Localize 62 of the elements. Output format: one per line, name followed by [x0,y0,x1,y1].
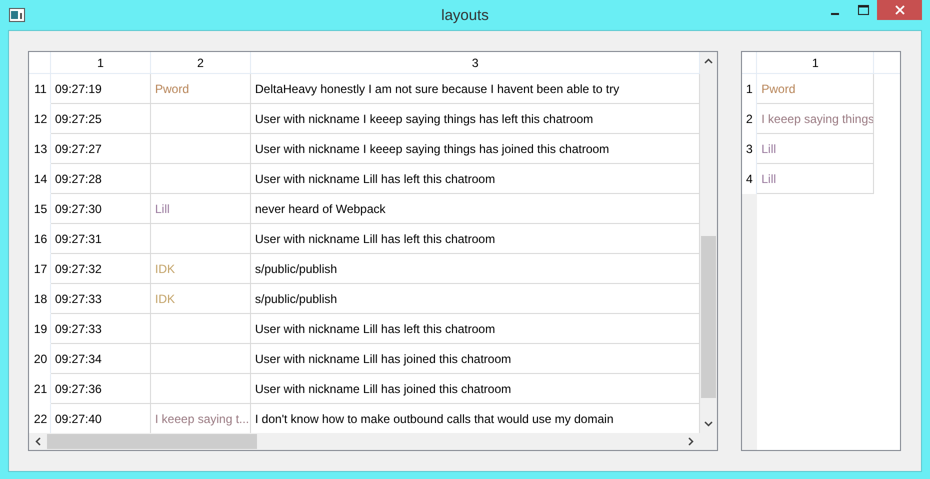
row-header[interactable]: 11 [29,74,51,104]
scrollbar-thumb[interactable] [701,236,716,398]
table-cell: 09:27:27 [51,134,151,164]
table-cell: User with nickname I keeep saying things has left this chatroom [251,104,700,134]
table-cell: 09:27:32 [51,254,151,284]
table-cell: 09:27:19 [51,74,151,104]
table-cell: IDK [151,254,251,284]
row-header[interactable]: 19 [29,314,51,344]
row-header[interactable]: 21 [29,374,51,404]
table-cell: Pword [757,74,874,104]
table-cell: s/public/publish [251,284,700,314]
table-cell: 09:27:33 [51,314,151,344]
table-cell: User with nickname Lill has joined this chatroom [251,374,700,404]
row-header[interactable]: 12 [29,104,51,134]
column-header[interactable]: 2 [151,52,251,74]
minimize-icon [831,12,839,14]
column-header[interactable]: 1 [757,52,874,74]
column-header[interactable]: 1 [51,52,151,74]
row-header[interactable]: 18 [29,284,51,314]
close-icon [894,5,904,15]
table-cell: User with nickname I keeep saying things has joined this chatroom [251,134,700,164]
table-cell: DeltaHeavy honestly I am not sure because I havent been able to try [251,74,700,104]
row-header[interactable]: 15 [29,194,51,224]
vertical-scrollbar[interactable] [700,52,718,433]
row-header[interactable]: 2 [742,104,758,134]
table-cell: Lill [757,134,874,164]
table-cell: I keeep saying things [757,104,874,134]
column-header[interactable]: 3 [251,52,700,74]
table-cell: 09:27:25 [51,104,151,134]
table-cell: 09:27:28 [51,164,151,194]
table-cell: s/public/publish [251,254,700,284]
row-header[interactable]: 17 [29,254,51,284]
table-cell: User with nickname Lill has left this chatroom [251,164,700,194]
row-header[interactable]: 16 [29,224,51,254]
scroll-right-icon[interactable] [688,437,694,446]
row-header[interactable]: 3 [742,134,758,164]
window-icon [9,8,25,22]
table-cell: IDK [151,284,251,314]
scrollbar-thumb[interactable] [47,434,257,449]
table-cell: User with nickname Lill has joined this chatroom [251,344,700,374]
table-cell: never heard of Webpack [251,194,700,224]
table-cell: 09:27:36 [51,374,151,404]
scroll-down-icon[interactable] [704,421,714,427]
table-cell: Lill [151,194,251,224]
table-cell: 09:27:31 [51,224,151,254]
close-button[interactable] [877,0,922,20]
horizontal-scrollbar[interactable] [29,433,700,450]
row-header[interactable]: 13 [29,134,51,164]
scroll-left-icon[interactable] [35,437,41,446]
row-header[interactable]: 20 [29,344,51,374]
scroll-up-icon[interactable] [704,58,714,64]
table-cell: 09:27:33 [51,284,151,314]
table-cell: Pword [151,74,251,104]
table-cell: User with nickname Lill has left this chatroom [251,224,700,254]
table-cell: 09:27:34 [51,344,151,374]
table-cell: Lill [757,164,874,194]
table-cell: User with nickname Lill has left this chatroom [251,314,700,344]
row-header[interactable]: 1 [742,74,758,104]
row-header[interactable]: 14 [29,164,51,194]
table-cell: 09:27:30 [51,194,151,224]
maximize-icon [858,5,868,15]
window-title: layouts [441,7,489,24]
